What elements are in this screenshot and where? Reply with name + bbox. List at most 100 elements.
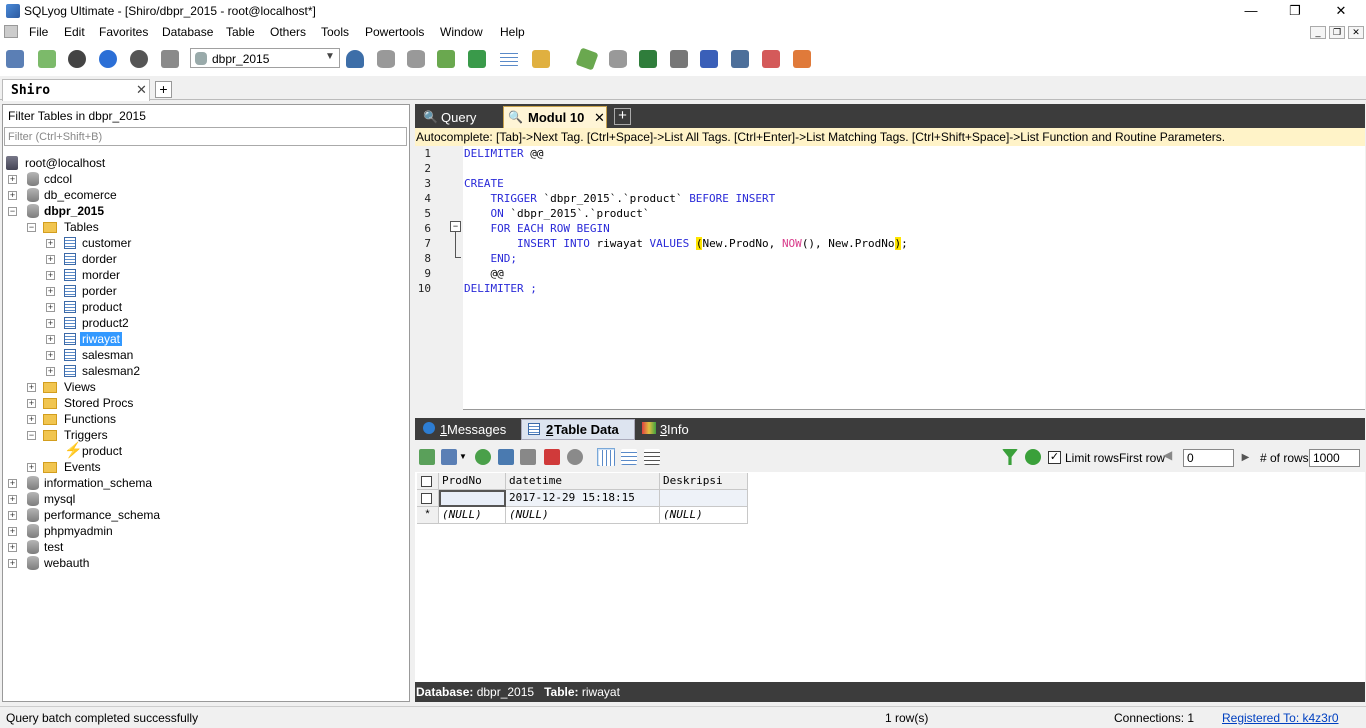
column-header-deskripsi[interactable]: Deskripsi [660,473,748,490]
menu-powertools[interactable]: Powertools [365,25,424,39]
export-icon[interactable] [440,448,458,466]
grid-cell[interactable] [660,490,748,507]
query-builder-icon[interactable] [759,47,783,71]
new-query-icon[interactable] [35,47,59,71]
expand-icon[interactable]: + [8,479,17,488]
select-all-checkbox[interactable] [417,473,439,490]
expand-icon[interactable]: + [8,191,17,200]
grid-cell-selected[interactable] [439,490,506,507]
alter-database-icon[interactable] [404,47,428,71]
first-row-input[interactable] [1183,449,1234,467]
connection-tab-shiro[interactable]: Shiro ✕ [2,79,150,101]
schema-designer-icon[interactable] [790,47,814,71]
num-rows-input[interactable] [1309,449,1360,467]
stop-query-icon[interactable] [127,47,151,71]
expand-icon[interactable]: + [46,303,55,312]
collapse-icon[interactable]: − [8,207,17,216]
tab-info[interactable]: 3 Info [638,419,708,440]
form-view-icon[interactable] [620,448,638,466]
scheduler-icon[interactable] [697,47,721,71]
execute-query-icon[interactable] [65,47,89,71]
close-tab-icon[interactable]: ✕ [594,110,605,126]
import-data-icon[interactable] [465,47,489,71]
expand-icon[interactable]: + [27,399,36,408]
mdi-minimize-button[interactable]: _ [1310,26,1326,39]
insert-row-icon[interactable] [418,448,436,466]
sql-editor[interactable] [415,146,1365,410]
column-header-prodno[interactable]: ProdNo [439,473,506,490]
grid-cell[interactable]: 2017-12-29 15:18:15 [506,490,660,507]
migration-icon[interactable] [667,47,691,71]
previous-page-icon[interactable]: ◀ [1163,448,1172,462]
document-icon[interactable] [4,25,18,38]
expand-icon[interactable]: + [46,239,55,248]
fold-collapse-icon[interactable]: − [450,221,461,232]
grid-view-icon[interactable] [597,448,615,466]
duplicate-row-icon[interactable] [497,448,515,466]
expand-icon[interactable]: + [46,287,55,296]
user-manager-icon[interactable] [343,47,367,71]
mdi-close-button[interactable]: ✕ [1348,26,1364,39]
tab-modul-10[interactable]: 🔍 Modul 10 ✕ [503,106,607,128]
refresh-icon[interactable] [1024,448,1042,466]
cancel-changes-icon[interactable] [566,448,584,466]
menu-edit[interactable]: Edit [64,25,85,39]
add-connection-button[interactable]: + [155,81,172,98]
expand-icon[interactable]: + [8,495,17,504]
next-page-icon[interactable]: ▶ [1238,449,1253,467]
menu-database[interactable]: Database [162,25,213,39]
tab-query[interactable]: 🔍 Query [417,106,501,128]
save-icon[interactable] [519,448,537,466]
add-row-icon[interactable] [474,448,492,466]
grid-cell[interactable]: (NULL) [506,507,660,524]
create-database-icon[interactable] [374,47,398,71]
expand-icon[interactable]: + [46,335,55,344]
chevron-down-icon[interactable]: ▼ [459,452,467,461]
collapse-icon[interactable]: − [27,431,36,440]
tab-table-data[interactable]: 2 Table Data [521,419,635,440]
restore-icon[interactable] [606,47,630,71]
expand-icon[interactable]: + [8,543,17,552]
menu-window[interactable]: Window [440,25,483,39]
expand-icon[interactable]: + [27,415,36,424]
text-view-icon[interactable] [643,448,661,466]
mdi-restore-button[interactable]: ❐ [1329,26,1345,39]
expand-icon[interactable]: + [46,271,55,280]
expand-icon[interactable]: + [27,383,36,392]
grid-cell[interactable]: (NULL) [439,507,506,524]
menu-file[interactable]: File [29,25,48,39]
backup-icon[interactable] [575,47,599,71]
execute-all-icon[interactable] [96,47,120,71]
expand-icon[interactable]: + [46,351,55,360]
table-properties-icon[interactable] [529,47,553,71]
expand-icon[interactable]: + [8,175,17,184]
new-connection-icon[interactable] [3,47,27,71]
row-checkbox[interactable] [417,490,439,507]
schema-sync-icon[interactable] [434,47,458,71]
menu-tools[interactable]: Tools [321,25,349,39]
delete-icon[interactable] [543,448,561,466]
table-icon[interactable] [497,47,521,71]
filter-icon[interactable] [1001,448,1019,466]
expand-icon[interactable]: + [46,319,55,328]
expand-icon[interactable]: + [8,527,17,536]
tab-messages[interactable]: 1 Messages [421,419,519,440]
close-button[interactable]: ✕ [1318,0,1364,22]
profiler-icon[interactable] [728,47,752,71]
collapse-icon[interactable]: − [27,223,36,232]
minimize-button[interactable]: — [1228,0,1274,22]
expand-icon[interactable]: + [27,463,36,472]
maximize-button[interactable]: ❐ [1272,0,1318,22]
compare-icon[interactable] [636,47,660,71]
expand-icon[interactable]: + [46,255,55,264]
close-tab-icon[interactable]: ✕ [136,82,147,98]
expand-icon[interactable]: + [8,559,17,568]
expand-icon[interactable]: + [46,367,55,376]
menu-others[interactable]: Others [270,25,306,39]
add-query-tab-button[interactable]: + [614,108,631,125]
menu-favorites[interactable]: Favorites [99,25,148,39]
registration-link[interactable]: Registered To: k4z3r0 [1222,711,1339,725]
splitter[interactable] [415,410,1365,418]
expand-icon[interactable]: + [8,511,17,520]
menu-table[interactable]: Table [226,25,255,39]
